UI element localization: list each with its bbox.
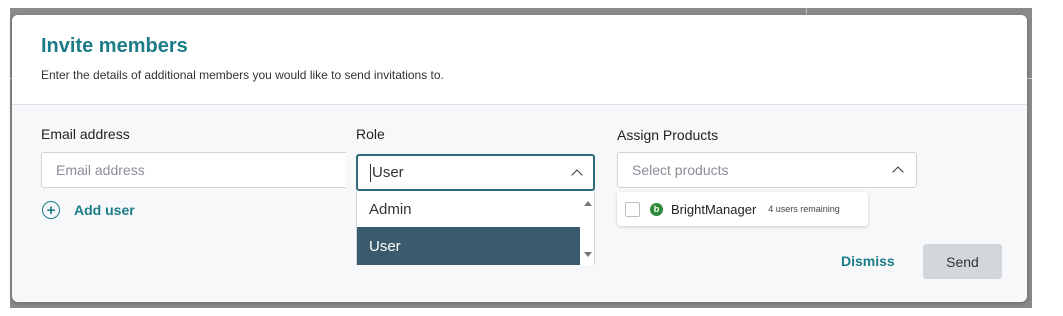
role-option-user[interactable]: User bbox=[357, 227, 581, 265]
modal-header: Invite members Enter the details of addi… bbox=[12, 15, 1027, 105]
dismiss-button[interactable]: Dismiss bbox=[841, 253, 895, 269]
users-remaining-text: 4 users remaining bbox=[768, 204, 840, 214]
modal-subtitle: Enter the details of additional members … bbox=[41, 68, 444, 82]
email-address-input[interactable] bbox=[41, 152, 346, 188]
role-label: Role bbox=[356, 126, 385, 142]
text-cursor bbox=[370, 163, 371, 182]
dropdown-scrollbar[interactable] bbox=[580, 191, 594, 265]
product-list-item[interactable]: b BrightManager 4 users remaining bbox=[617, 192, 868, 226]
scroll-up-arrow-icon[interactable] bbox=[584, 201, 592, 206]
product-name: BrightManager bbox=[671, 201, 757, 217]
role-selected-value: User bbox=[372, 164, 404, 181]
add-circle-icon: + bbox=[42, 201, 60, 219]
add-user-label: Add user bbox=[74, 202, 135, 218]
scroll-down-arrow-icon[interactable] bbox=[584, 252, 592, 257]
brightmanager-logo-icon: b bbox=[650, 202, 663, 216]
chevron-up-icon[interactable] bbox=[571, 168, 583, 181]
role-dropdown-list: Admin User bbox=[356, 191, 595, 265]
send-button[interactable]: Send bbox=[923, 244, 1002, 279]
products-select[interactable]: Select products bbox=[617, 152, 917, 188]
role-select[interactable]: User bbox=[356, 154, 595, 191]
role-option-admin[interactable]: Admin bbox=[357, 191, 581, 227]
invite-members-modal: Invite members Enter the details of addi… bbox=[12, 15, 1027, 302]
add-user-button[interactable]: + Add user bbox=[42, 201, 135, 219]
chevron-up-icon[interactable] bbox=[892, 166, 904, 178]
products-placeholder: Select products bbox=[632, 162, 729, 178]
email-address-label: Email address bbox=[41, 126, 130, 142]
assign-products-label: Assign Products bbox=[617, 127, 719, 143]
modal-title: Invite members bbox=[41, 35, 188, 57]
product-checkbox[interactable] bbox=[625, 201, 640, 217]
